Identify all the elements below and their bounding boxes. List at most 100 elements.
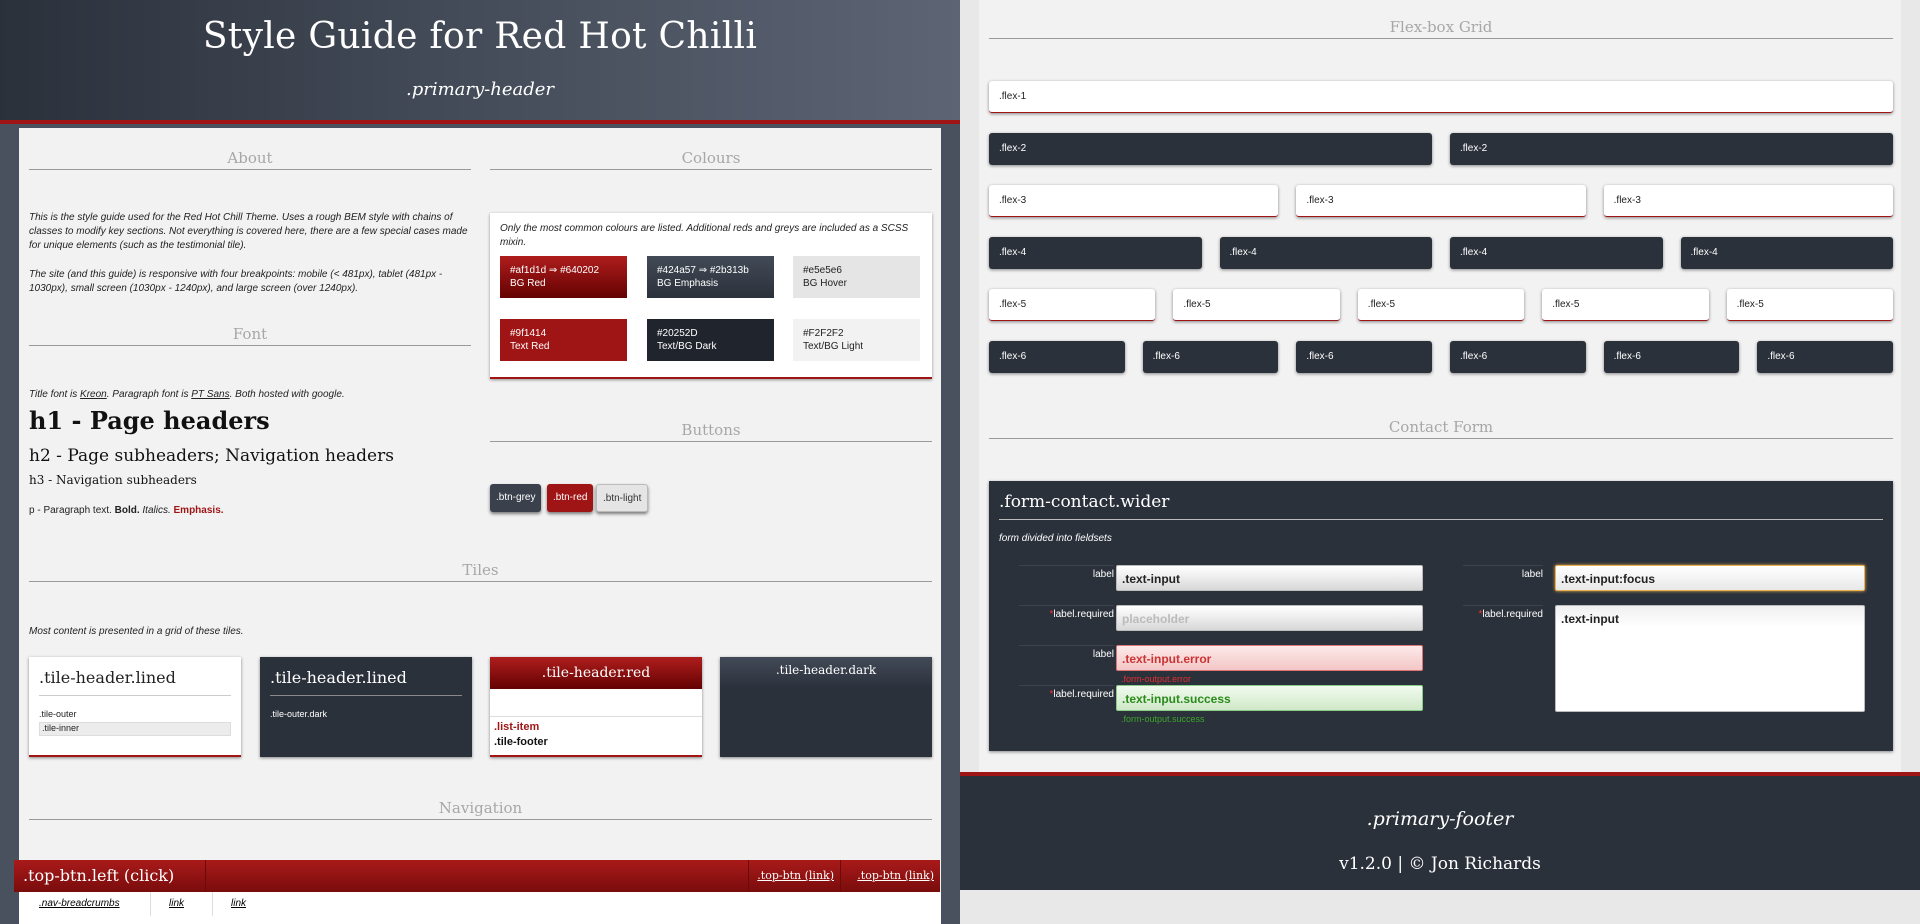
flex-6-cell: .flex-6 — [989, 341, 1125, 373]
swatch-name: BG Emphasis — [657, 278, 719, 289]
breadcrumb-link[interactable]: link — [213, 892, 275, 916]
form-intro: form divided into fieldsets — [999, 533, 1112, 544]
sample-paragraph: p - Paragraph text. Bold. Italics. Empha… — [29, 505, 224, 516]
breadcrumb-link[interactable]: link — [151, 892, 213, 916]
flex-6-cell: .flex-6 — [1450, 341, 1586, 373]
text-input-focus[interactable]: .text-input:focus — [1555, 565, 1865, 591]
swatch-bg-hover: #e5e5e6 BG Hover — [793, 256, 920, 298]
tile-outer-label: .tile-outer.dark — [270, 709, 328, 719]
pt-sans-link[interactable]: PT Sans — [191, 389, 229, 400]
primary-header: Style Guide for Red Hot Chilli .primary-… — [0, 0, 960, 124]
swatch-name: Text Red — [510, 341, 550, 352]
flex-4-cell: .flex-4 — [1450, 237, 1663, 269]
swatch-bg-emphasis: #424a57 ⇒ #2b313b BG Emphasis — [647, 256, 774, 298]
swatch-code: #424a57 ⇒ #2b313b — [657, 265, 749, 276]
flex-3-cell: .flex-3 — [1296, 185, 1586, 217]
sample-h1: h1 - Page headers — [29, 406, 270, 435]
about-title: About — [29, 149, 471, 170]
flex-5-cell: .flex-5 — [1357, 289, 1525, 321]
flex-5-cell: .flex-5 — [1726, 289, 1893, 321]
btn-grey[interactable]: .btn-grey — [490, 484, 542, 512]
swatch-name: BG Red — [510, 278, 546, 289]
list-item[interactable]: .list-item — [494, 721, 539, 733]
paragraph-text: p - Paragraph text. — [29, 505, 115, 516]
tile-header: .tile-header.lined — [39, 668, 231, 696]
label: label — [1019, 645, 1114, 660]
form-title: .form-contact.wider — [999, 492, 1883, 520]
about-text-2: The site (and this guide) is responsive … — [29, 269, 443, 294]
tile-lined-light: .tile-header.lined .tile-outer .tile-inn… — [29, 657, 241, 757]
flex-2-cell: .flex-2 — [1450, 133, 1893, 165]
flex-6-cell: .flex-6 — [1296, 341, 1432, 373]
label: label — [1019, 565, 1114, 580]
flex-5-cell: .flex-5 — [989, 289, 1156, 321]
flex-5-cell: .flex-5 — [1542, 289, 1709, 321]
textarea-input[interactable]: .text-input — [1555, 605, 1865, 712]
label: label — [1463, 565, 1543, 580]
kreon-link[interactable]: Kreon — [80, 389, 107, 400]
flex-3-cell: .flex-3 — [1603, 185, 1893, 217]
text-input-error[interactable]: .text-input.error — [1116, 645, 1423, 671]
emphasis-text: Emphasis. — [170, 505, 224, 516]
swatch-code: #e5e5e6 — [803, 265, 842, 276]
label-required: *label.required — [1463, 605, 1543, 620]
font-intro: Title font is Kreon. Paragraph font is P… — [29, 388, 471, 402]
tile-dark: .tile-header.dark — [720, 657, 932, 757]
flex-3-cell: .flex-3 — [989, 185, 1279, 217]
italic-text: Italics. — [139, 505, 171, 516]
page-title: Style Guide for Red Hot Chilli — [202, 16, 758, 57]
form-contact: .form-contact.wider form divided into fi… — [989, 481, 1893, 751]
flex-6-cell: .flex-6 — [1603, 341, 1740, 373]
placeholder-input[interactable]: placeholder — [1116, 605, 1423, 631]
top-nav-bar: .top-btn.left (click) .top-btn (link) .t… — [14, 860, 940, 892]
flex-2-cell: .flex-2 — [989, 133, 1432, 165]
text-input[interactable]: .text-input — [1116, 565, 1423, 591]
flex-4-cell: .flex-4 — [1219, 237, 1432, 269]
swatch-text-red: #9f1414 Text Red — [500, 319, 627, 361]
colours-title: Colours — [490, 149, 932, 170]
tile-header: .tile-header.lined — [270, 668, 462, 696]
colours-intro: Only the most common colours are listed.… — [500, 223, 909, 248]
tile-header: .tile-header.dark — [720, 657, 932, 689]
about-text-1: This is the style guide used for the Red… — [29, 212, 468, 251]
breadcrumb-item[interactable]: .nav-breadcrumbs — [19, 892, 151, 916]
label-text: label.required — [1053, 609, 1114, 620]
tile-footer: .tile-footer — [494, 736, 548, 748]
font-intro-text: Title font is — [29, 389, 81, 400]
tile-inner: .tile-inner — [39, 722, 231, 736]
bold-text: Bold. — [114, 505, 140, 516]
left-pane: Style Guide for Red Hot Chilli .primary-… — [0, 0, 960, 924]
font-title: Font — [29, 325, 471, 346]
primary-footer: .primary-footer v1.2.0 | © Jon Richards — [960, 772, 1920, 890]
top-btn-link[interactable]: .top-btn (link) — [840, 860, 940, 892]
tile-red: .tile-header.red .list-item .tile-footer — [490, 657, 702, 757]
swatch-name: Text/BG Light — [803, 341, 864, 352]
swatch-bg-red: #af1d1d ⇒ #640202 BG Red — [500, 256, 627, 298]
top-btn-left[interactable]: .top-btn.left (click) — [14, 860, 206, 892]
swatch-text-bg-dark: #20252D Text/BG Dark — [647, 319, 774, 361]
nav-breadcrumbs: .nav-breadcrumbs link link — [19, 892, 941, 924]
footer-subtitle: .primary-footer — [1366, 808, 1514, 830]
form-output-error: .form-output.error — [1121, 674, 1192, 684]
swatch-code: #F2F2F2 — [803, 328, 844, 339]
flex-4-cell: .flex-4 — [989, 237, 1202, 269]
tile-lined-dark: .tile-header.lined .tile-outer.dark — [260, 657, 472, 757]
text-input-success[interactable]: .text-input.success — [1116, 685, 1423, 711]
form-output-success: .form-output.success — [1121, 714, 1205, 724]
swatch-code: #20252D — [657, 328, 698, 339]
sample-h3: h3 - Navigation subheaders — [29, 473, 197, 487]
header-subtitle: .primary-header — [405, 79, 555, 100]
flex-6-cell: .flex-6 — [1142, 341, 1279, 373]
flex-5-cell: .flex-5 — [1173, 289, 1340, 321]
label-required: *label.required — [1019, 605, 1114, 620]
colours-box: Only the most common colours are listed.… — [490, 213, 932, 379]
top-btn-link[interactable]: .top-btn (link) — [748, 860, 840, 892]
swatch-code: #af1d1d ⇒ #640202 — [510, 265, 600, 276]
btn-red[interactable]: .btn-red — [547, 484, 594, 512]
style-guide-page: About This is the style guide used for t… — [19, 128, 941, 924]
font-intro-text: . Both hosted with google. — [229, 389, 345, 400]
swatch-code: #9f1414 — [510, 328, 547, 339]
navigation-title: Navigation — [29, 799, 932, 820]
btn-light[interactable]: .btn-light — [596, 484, 649, 512]
swatch-text-bg-light: #F2F2F2 Text/BG Light — [793, 319, 920, 361]
